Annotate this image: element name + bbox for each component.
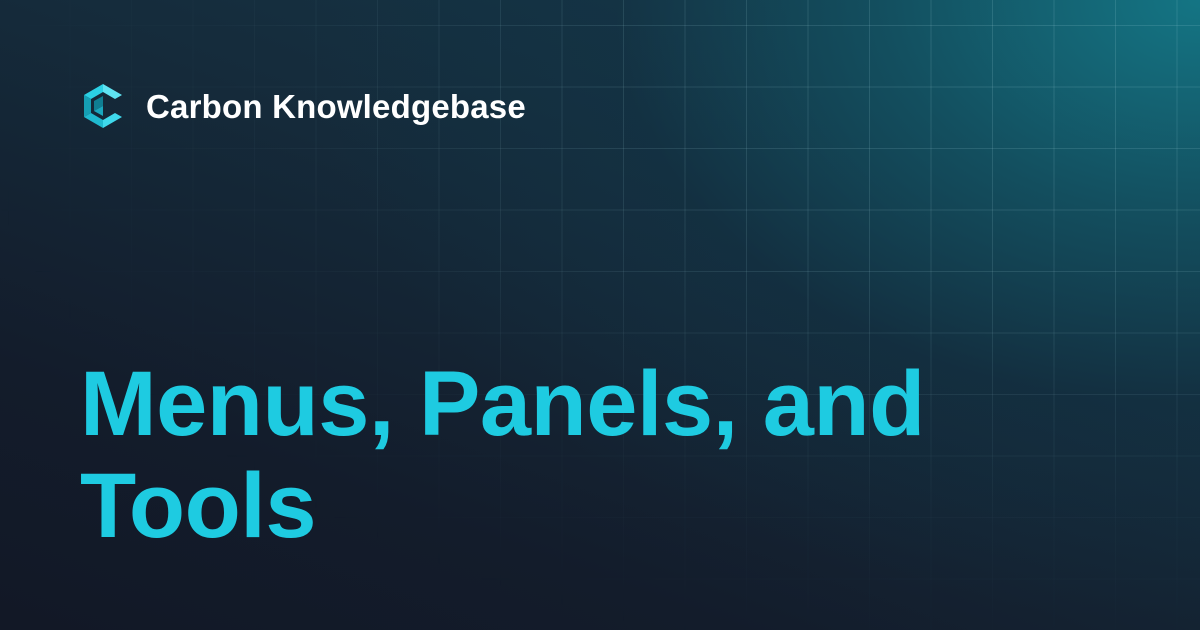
brand: Carbon Knowledgebase: [82, 84, 526, 128]
og-card: Carbon Knowledgebase Menus, Panels, and …: [0, 0, 1200, 630]
brand-name: Carbon Knowledgebase: [146, 87, 526, 125]
page-title: Menus, Panels, and Tools: [80, 353, 925, 557]
carbon-logo-icon: [84, 84, 122, 128]
